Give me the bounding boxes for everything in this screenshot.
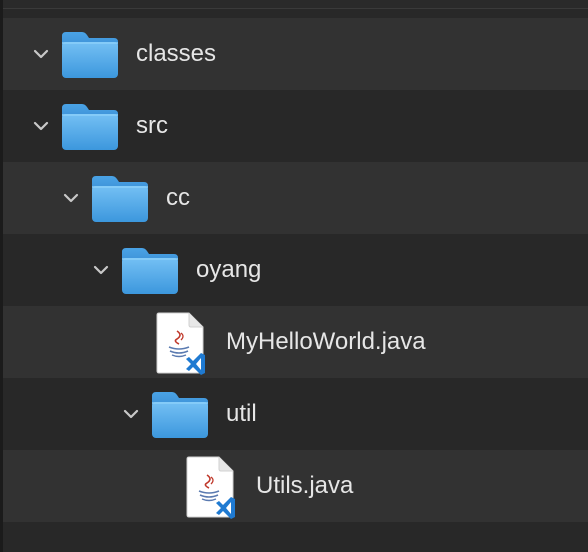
tree-row-classes[interactable]: classes: [3, 18, 588, 90]
folder-icon: [62, 104, 118, 150]
tree-row-utils-java[interactable]: Utils.java: [3, 450, 588, 522]
folder-icon: [122, 248, 178, 294]
java-file-icon: [156, 312, 205, 375]
tree-item-label: Utils.java: [256, 472, 354, 499]
tree-item-label: oyang: [196, 256, 262, 283]
chevron-down-icon[interactable]: [31, 44, 51, 64]
tree-row-cc[interactable]: cc: [3, 162, 588, 234]
chevron-down-icon[interactable]: [121, 404, 141, 424]
finder-window: classes src cc oyang MyHelloWorld.java u…: [0, 0, 588, 552]
tree-item-label: cc: [166, 184, 190, 211]
tree-row-util[interactable]: util: [3, 378, 588, 450]
tree-item-label: MyHelloWorld.java: [226, 328, 426, 355]
tree-row-myhelloworld-java[interactable]: MyHelloWorld.java: [3, 306, 588, 378]
tree-item-label: util: [226, 400, 257, 427]
window-top-edge: [0, 0, 588, 9]
java-file-icon: [186, 456, 235, 519]
folder-icon: [152, 392, 208, 438]
file-tree: classes src cc oyang MyHelloWorld.java u…: [3, 18, 588, 522]
tree-row-oyang[interactable]: oyang: [3, 234, 588, 306]
chevron-down-icon[interactable]: [91, 260, 111, 280]
chevron-down-icon[interactable]: [61, 188, 81, 208]
tree-row-src[interactable]: src: [3, 90, 588, 162]
folder-icon: [92, 176, 148, 222]
tree-item-label: src: [136, 112, 168, 139]
tree-item-label: classes: [136, 40, 217, 67]
folder-icon: [62, 32, 118, 78]
chevron-down-icon[interactable]: [31, 116, 51, 136]
